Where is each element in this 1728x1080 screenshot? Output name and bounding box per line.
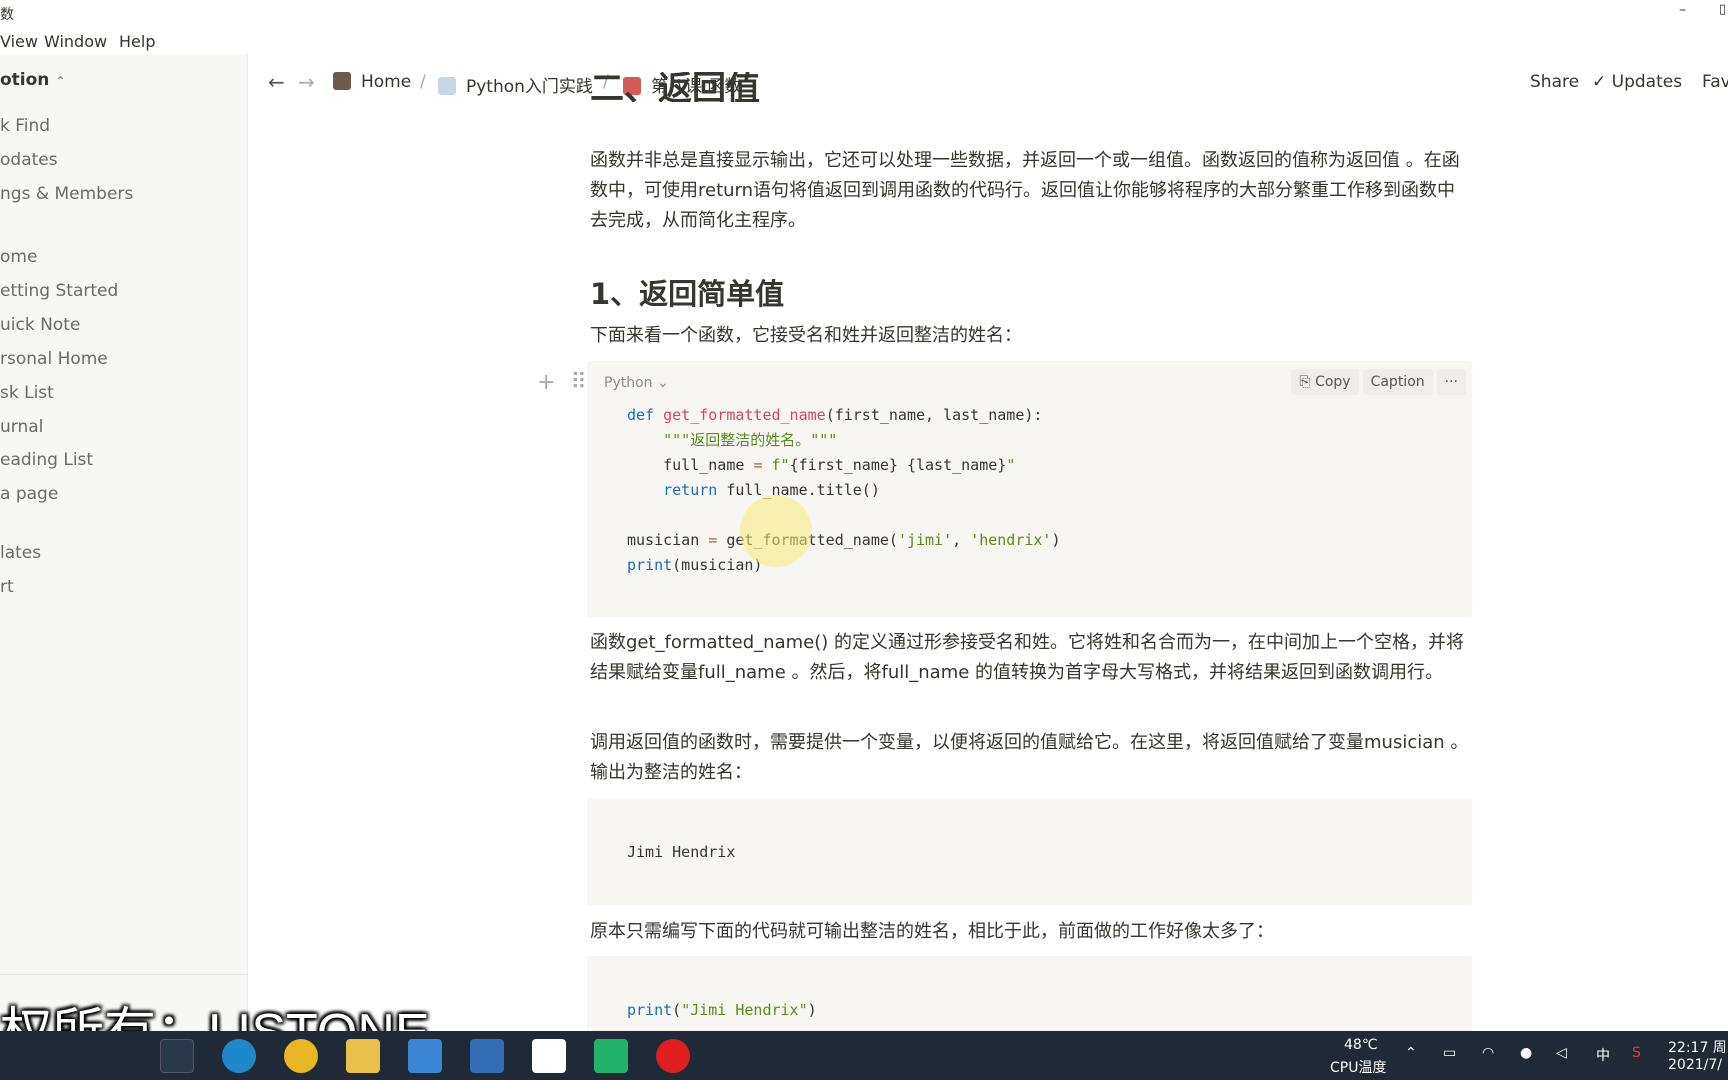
terminal-icon[interactable] <box>160 1039 194 1073</box>
chrome-icon[interactable] <box>284 1039 318 1073</box>
share-button[interactable]: Share <box>1530 72 1579 92</box>
code-block[interactable]: print("Jimi Hendrix") <box>587 956 1472 1036</box>
sidebar-item-journal[interactable]: urnal <box>0 417 43 437</box>
code-content[interactable]: def get_formatted_name(first_name, last_… <box>627 403 1061 578</box>
chevron-updown-icon: ⌃ <box>55 74 66 88</box>
wifi-icon[interactable]: ◠ <box>1482 1045 1494 1061</box>
mouse-cursor-highlight <box>740 495 812 567</box>
paragraph: 函数并非总是直接显示输出，它还可以处理一些数据，并返回一个或一组值。函数返回的值… <box>590 150 1460 231</box>
forward-arrow-icon[interactable]: → <box>298 70 315 94</box>
sidebar: otion ⌃ k Find odates ngs & Members ome e… <box>0 54 248 1031</box>
drag-handle-icon[interactable]: ⠿ <box>570 370 586 395</box>
minimize-button[interactable]: – <box>1679 2 1686 18</box>
mail-icon[interactable] <box>408 1039 442 1073</box>
edge-icon[interactable] <box>222 1039 256 1073</box>
battery-icon[interactable]: ▭ <box>1443 1045 1456 1061</box>
sidebar-item-quick-note[interactable]: uick Note <box>0 315 80 335</box>
sidebar-item-quick-find[interactable]: k Find <box>0 116 50 136</box>
output-content[interactable]: Jimi Hendrix <box>627 840 735 865</box>
code-toolbar: ⎘ Copy Caption ··· <box>1291 369 1466 395</box>
page-icon <box>333 72 351 90</box>
top-bar: ← → Home / Python入门实践 / 第八课 函数 Share ✓ U… <box>248 54 1728 112</box>
caption-button[interactable]: Caption <box>1362 369 1433 395</box>
store-icon[interactable] <box>470 1039 504 1073</box>
paragraph: 函数get_formatted_name() 的定义通过形参接受名和姓。它将姓和… <box>590 632 1464 683</box>
sidebar-item-home[interactable]: ome <box>0 247 37 267</box>
more-options-button[interactable]: ··· <box>1436 369 1466 395</box>
sidebar-item-templates[interactable]: lates <box>0 543 41 563</box>
cloud-icon <box>438 77 456 95</box>
output-block[interactable]: Jimi Hendrix <box>587 798 1472 905</box>
updates-button[interactable]: ✓ Updates <box>1592 72 1682 92</box>
block-handle[interactable]: + ⠿ <box>537 370 587 395</box>
notion-icon[interactable] <box>532 1039 566 1073</box>
window-title: 数 <box>0 7 14 23</box>
sidebar-item-settings[interactable]: ngs & Members <box>0 184 133 204</box>
section-heading: 二、返回值 <box>590 72 760 102</box>
back-arrow-icon[interactable]: ← <box>268 70 285 94</box>
status-icon[interactable]: ● <box>1520 1045 1532 1061</box>
maximize-button[interactable]: ▯ <box>1719 2 1726 17</box>
sidebar-item-updates[interactable]: odates <box>0 150 58 170</box>
sidebar-item-reading-list[interactable]: eading List <box>0 450 93 470</box>
menu-bar: View Window Help <box>0 28 1728 54</box>
clock-time[interactable]: 22:17 周 <box>1668 1037 1727 1057</box>
code-language-select[interactable]: Python ⌄ <box>604 375 669 391</box>
breadcrumb-python[interactable]: Python入门实践 <box>438 72 593 97</box>
copy-icon: ⎘ <box>1299 374 1316 390</box>
pycharm-icon[interactable] <box>594 1039 628 1073</box>
workspace-switcher[interactable]: otion ⌃ <box>0 70 65 90</box>
menu-view[interactable]: View <box>0 32 38 51</box>
paragraph: 原本只需编写下面的代码就可输出整洁的姓名，相比于此，前面做的工作好像太多了： <box>590 921 1274 942</box>
sidebar-item-import[interactable]: rt <box>0 577 14 597</box>
heading-return-simple: 1、返回简单值 <box>590 277 785 311</box>
sogou-icon[interactable]: S <box>1632 1045 1641 1061</box>
check-icon: ✓ <box>1592 72 1612 92</box>
sidebar-item-add-page[interactable]: a page <box>0 484 58 504</box>
breadcrumb-separator: / <box>420 72 426 92</box>
favorite-button[interactable]: Fav <box>1702 72 1728 92</box>
volume-icon[interactable]: ◁ <box>1556 1045 1567 1061</box>
breadcrumb-home[interactable]: Home <box>333 72 411 92</box>
chevron-up-icon[interactable]: ⌃ <box>1405 1045 1417 1061</box>
ime-indicator[interactable]: 中 <box>1596 1045 1610 1065</box>
code-block[interactable]: Python ⌄ ⎘ Copy Caption ··· def get_form… <box>587 361 1472 617</box>
sidebar-divider <box>0 974 248 975</box>
menu-window[interactable]: Window <box>44 32 107 51</box>
cpu-temp-label: CPU温度 <box>1330 1060 1387 1076</box>
paragraph: 调用返回值的函数时，需要提供一个变量，以便将返回的值赋给它。在这里，将返回值赋给… <box>590 732 1469 783</box>
sidebar-item-getting-started[interactable]: etting Started <box>0 281 118 301</box>
sidebar-item-task-list[interactable]: sk List <box>0 383 54 403</box>
copy-button[interactable]: ⎘ Copy <box>1291 369 1359 395</box>
sidebar-item-personal-home[interactable]: rsonal Home <box>0 349 108 369</box>
record-icon[interactable] <box>656 1039 690 1073</box>
menu-help[interactable]: Help <box>119 32 155 51</box>
cpu-temp: 48℃ <box>1344 1037 1378 1053</box>
paragraph: 下面来看一个函数，它接受名和姓并返回整洁的姓名： <box>590 325 1022 346</box>
plus-icon[interactable]: + <box>537 370 555 395</box>
workspace-name: otion <box>0 70 50 90</box>
taskbar: 48℃ CPU温度 ⌃ ▭ ◠ ● ◁ 中 S 22:17 周 2021/7/ <box>0 1031 1728 1080</box>
file-explorer-icon[interactable] <box>346 1039 380 1073</box>
title-bar: 数 – ▯ <box>0 0 1728 28</box>
clock-date[interactable]: 2021/7/ <box>1668 1057 1722 1073</box>
code-content[interactable]: print("Jimi Hendrix") <box>627 998 817 1023</box>
